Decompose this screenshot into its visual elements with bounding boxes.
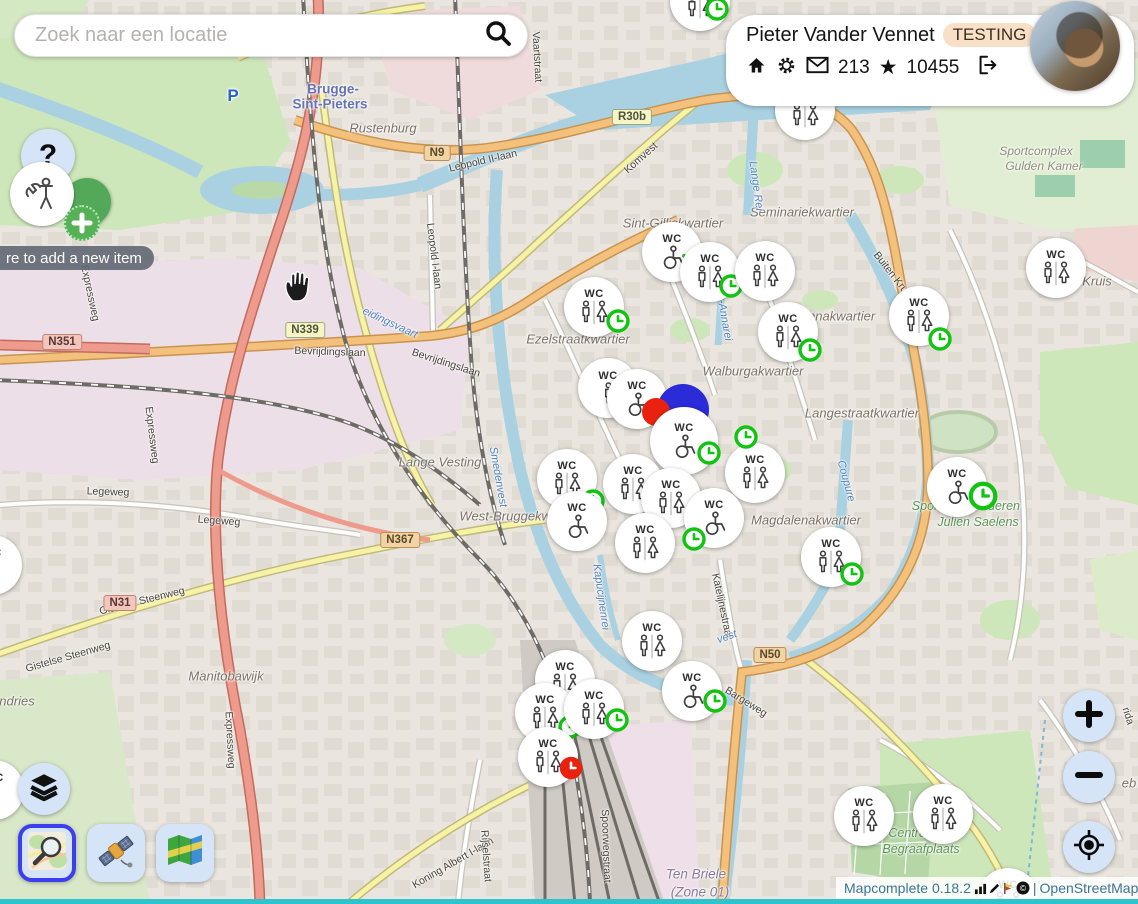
messages-count: 213 <box>838 57 870 79</box>
wc-marker[interactable]: WC <box>1026 238 1086 298</box>
wc-marker-label: WC <box>584 289 603 300</box>
statistics-icon <box>974 882 987 895</box>
user-name: Pieter Vander Vennet <box>746 24 935 47</box>
wc-marker-label: WC <box>909 298 928 309</box>
wc-marker-label: WC <box>661 480 680 491</box>
clock-green-badge <box>927 326 953 352</box>
license-icon: © <box>1016 881 1030 895</box>
layers-icon <box>27 770 61 809</box>
minus-icon <box>1074 760 1104 795</box>
openstreetmap-link[interactable]: OpenStreetMap <box>1040 880 1138 896</box>
hand-grab-cursor <box>280 268 314 309</box>
wc-marker-label: WC <box>1046 250 1065 261</box>
attribution-bar: Mapcomplete 0.18.2 © | OpenStreetMap <box>836 877 1138 899</box>
testing-badge: TESTING <box>943 23 1037 47</box>
wc-marker-label: WC <box>535 695 554 706</box>
wc-marker-label: WC <box>627 381 646 392</box>
add-item-tooltip-text: re to add a new item <box>6 250 142 267</box>
clock-green-badge <box>967 480 999 512</box>
search-bar[interactable] <box>14 14 528 57</box>
wc-marker-label: WC <box>854 798 873 809</box>
clock-green-badge <box>733 424 759 450</box>
attribution-icons: © <box>974 881 1030 895</box>
osm-carto-icon <box>26 830 68 877</box>
messages-envelope-icon[interactable] <box>806 56 829 80</box>
add-item-tooltip: re to add a new item <box>0 246 154 270</box>
map-canvas[interactable]: Brugge-Sint-PietersRustenburgSint-Gillis… <box>0 0 1138 904</box>
background-osm-carto-button[interactable] <box>18 824 76 882</box>
clock-green-badge <box>696 440 722 466</box>
background-satellite-button[interactable] <box>87 824 145 882</box>
clock-green-badge <box>702 688 728 714</box>
clock-green-badge <box>797 337 823 363</box>
background-map-button[interactable] <box>156 824 214 882</box>
zoom-out-button[interactable] <box>1063 751 1115 803</box>
add-plus-icon <box>64 205 100 241</box>
theme-flag-icon <box>1002 882 1015 895</box>
wc-marker-label: WC <box>947 469 966 480</box>
satellite-icon <box>95 830 137 877</box>
edit-pencil-icon <box>988 882 1001 895</box>
geolocate-button[interactable] <box>1063 821 1115 873</box>
clock-red-badge <box>558 755 584 781</box>
wc-marker-label: WC <box>821 539 840 550</box>
wc-marker[interactable]: WC <box>834 786 894 846</box>
clock-green-badge <box>605 308 631 334</box>
wc-marker[interactable]: WC <box>0 535 22 595</box>
settings-gear-icon[interactable] <box>776 55 797 82</box>
wc-marker[interactable]: WC <box>913 784 973 844</box>
clock-green-badge <box>681 526 707 552</box>
wc-marker-label: WC <box>674 423 693 434</box>
clock-green-badge <box>604 707 630 733</box>
search-input[interactable] <box>33 23 483 48</box>
user-avatar[interactable] <box>1030 1 1120 91</box>
wc-marker-label: WC <box>557 461 576 472</box>
bottom-accent-strip <box>0 899 1138 904</box>
map-markers-layer: WC WC WC WC WC WC WC WC WC WC WC WC WC WC WC WC WC WC WC WC… <box>0 0 1138 904</box>
wc-marker-label: WC <box>538 739 557 750</box>
wc-marker[interactable]: WC <box>725 443 785 503</box>
user-panel: Pieter Vander Vennet TESTING 213 ★ 10455 <box>726 15 1134 106</box>
plus-icon <box>1074 699 1104 734</box>
star-icon: ★ <box>879 59 898 77</box>
mapcomplete-app: Brugge-Sint-PietersRustenburgSint-Gillis… <box>0 0 1138 904</box>
wc-marker-label: WC <box>933 796 952 807</box>
crosshair-icon <box>1072 828 1106 867</box>
wc-marker-label: WC <box>623 466 642 477</box>
wc-marker-label: WC <box>682 673 701 684</box>
logout-icon[interactable] <box>976 54 998 82</box>
clock-green-badge <box>839 561 865 587</box>
wc-marker-label: WC <box>745 455 764 466</box>
wc-marker-label: WC <box>778 314 797 325</box>
wc-marker[interactable]: WC <box>547 491 607 551</box>
changeset-count: 10455 <box>907 57 960 79</box>
attribution-separator: | <box>1033 880 1037 896</box>
wc-marker-label: WC <box>642 623 661 634</box>
svg-text:©: © <box>1020 883 1027 893</box>
search-icon[interactable] <box>483 18 513 53</box>
wc-marker-label: WC <box>0 548 2 559</box>
clock-green-badge <box>704 0 730 22</box>
attribution-app-link[interactable]: Mapcomplete 0.18.2 <box>844 880 971 896</box>
zoom-in-button[interactable] <box>1063 690 1115 742</box>
wc-marker-label: WC <box>635 525 654 536</box>
wc-marker-label: WC <box>755 253 774 264</box>
wc-marker[interactable]: WC <box>735 241 795 301</box>
wc-marker[interactable]: WC <box>622 611 682 671</box>
wc-marker-label: WC <box>584 691 603 702</box>
layers-button[interactable] <box>18 763 70 815</box>
home-icon[interactable] <box>746 55 767 82</box>
background-layer-chooser <box>18 824 214 882</box>
wc-marker-label: WC <box>700 254 719 265</box>
world-map-icon <box>164 830 206 877</box>
wc-marker[interactable]: WC <box>615 513 675 573</box>
wc-marker-label: WC <box>567 503 586 514</box>
wc-marker-label: WC <box>704 500 723 511</box>
wc-marker-label: WC <box>555 662 574 673</box>
wc-marker-label: WC <box>0 773 4 784</box>
